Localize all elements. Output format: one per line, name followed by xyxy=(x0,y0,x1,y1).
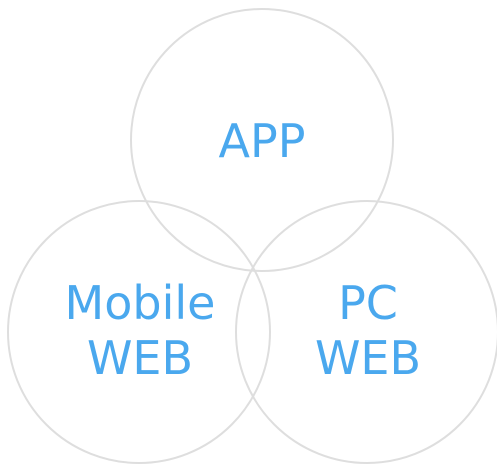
app-label: APP xyxy=(160,114,364,169)
mobile-web-label-line-1: Mobile xyxy=(64,276,216,330)
venn-diagram: APP Mobile WEB PC WEB xyxy=(0,0,497,464)
pc-web-label-line-2: WEB xyxy=(314,331,422,385)
app-label-line: APP xyxy=(218,114,306,168)
mobile-web-label-line-2: WEB xyxy=(86,331,194,385)
pc-web-label: PC WEB xyxy=(266,276,470,386)
pc-web-label-line-1: PC xyxy=(338,276,398,330)
mobile-web-label: Mobile WEB xyxy=(38,276,242,386)
